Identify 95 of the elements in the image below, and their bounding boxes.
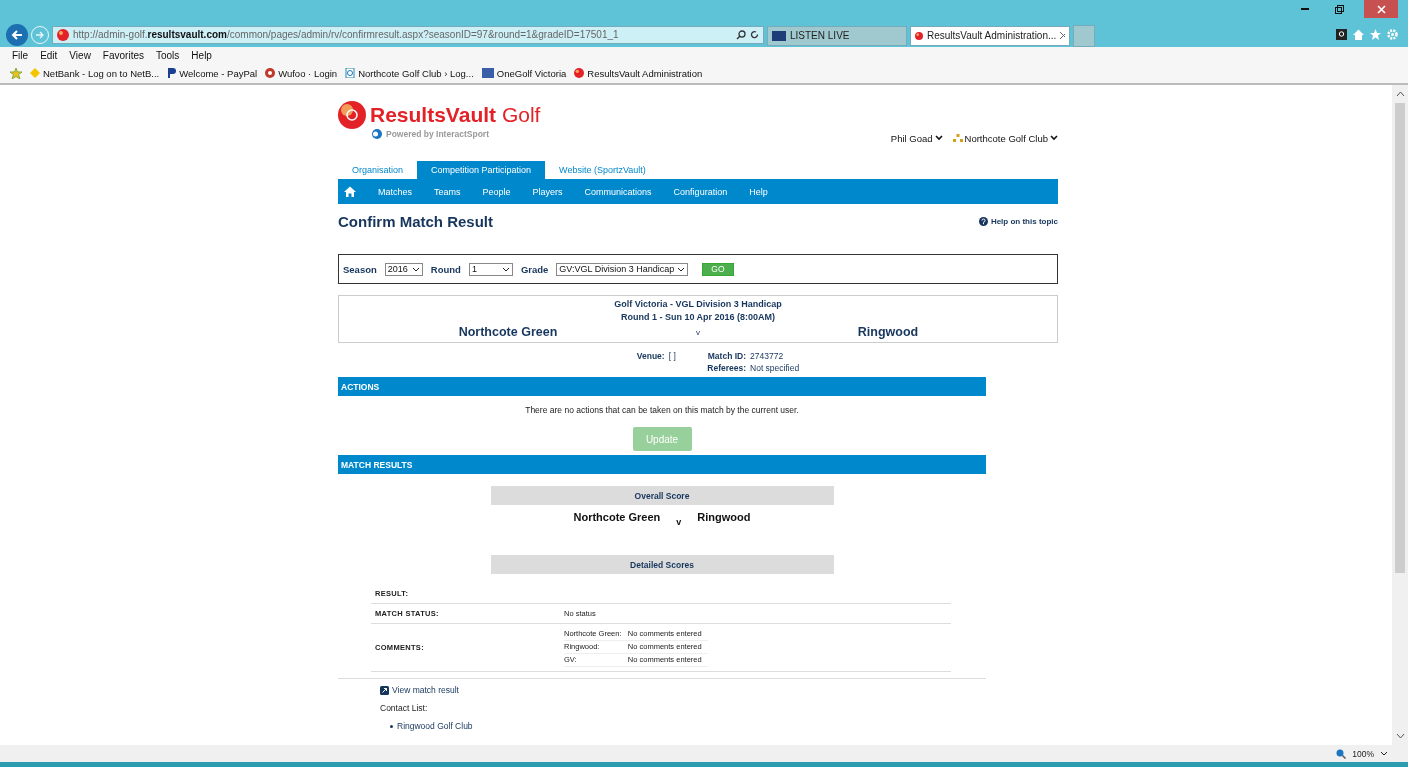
help-link[interactable]: Help on this topic	[978, 216, 1058, 226]
nav-item[interactable]: Communications	[584, 186, 652, 197]
home-team: Northcote Green	[573, 511, 661, 525]
referees-value: Not specified	[750, 362, 800, 374]
menu-item[interactable]: Help	[191, 49, 212, 61]
favorite-link[interactable]: Wufoo · Login	[265, 67, 338, 79]
caret-icon	[501, 266, 510, 272]
ball-icon	[915, 29, 923, 42]
versus-label: v	[696, 327, 700, 337]
tagline: Powered by InteractSport	[372, 129, 541, 139]
dropdown[interactable]: GV:VGL Division 3 Handicap	[556, 262, 689, 276]
menu-item[interactable]: Edit	[40, 49, 58, 61]
ball-icon	[574, 68, 585, 78]
browser-tab[interactable]: LISTEN LIVE	[767, 25, 907, 46]
home-team: Northcote Green	[457, 325, 559, 339]
org-chart-icon	[952, 134, 963, 142]
browser-tab[interactable]: ResultsVault Administration...	[910, 25, 1070, 46]
round-info: Round 1 - Sun 10 Apr 2016 (8:00AM)	[620, 312, 776, 322]
back-arrow-icon	[11, 29, 23, 40]
dropdown[interactable]: 2016	[384, 262, 423, 276]
section-tab[interactable]: Website (SportzVault)	[545, 161, 660, 179]
help-icon	[978, 216, 988, 226]
competition-name: Golf Victoria - VGL Division 3 Handicap	[614, 299, 782, 309]
favorite-link[interactable]: Northcote Golf Club › Log...	[345, 67, 474, 79]
caret-icon	[1380, 751, 1388, 756]
star-icon[interactable]	[1370, 29, 1381, 40]
logo-icon	[338, 101, 366, 129]
nav-item[interactable]: Help	[749, 186, 768, 197]
scroll-up-icon[interactable]	[1395, 91, 1405, 97]
close-button[interactable]	[1364, 0, 1398, 18]
page-icon	[345, 68, 356, 78]
favorite-link[interactable]: ResultsVault Administration	[574, 67, 703, 79]
venue-label: Venue:	[636, 350, 665, 362]
referees-label: Referees:	[706, 362, 747, 374]
scrollbar[interactable]	[1392, 85, 1408, 745]
ball-icon	[57, 28, 69, 41]
chevron-down-icon	[934, 135, 943, 141]
favorite-link[interactable]: Welcome - PayPal	[167, 67, 258, 79]
page-title: Confirm Match Result	[338, 212, 493, 230]
nav-item[interactable]: People	[482, 186, 511, 197]
section-header: ACTIONS	[338, 377, 986, 396]
logo: ResultsVault Golf	[338, 101, 541, 129]
menu-item[interactable]: Tools	[156, 49, 180, 61]
menu-item[interactable]: File	[12, 49, 29, 61]
actions-message: There are no actions that can be taken on this match by the current user.	[524, 405, 800, 415]
favorite-link[interactable]: OneGolf Victoria	[481, 67, 567, 79]
contact-link[interactable]: Ringwood Golf Club	[390, 721, 986, 731]
view-result-link[interactable]: View match result	[380, 685, 986, 695]
filter-label: Season	[343, 263, 377, 275]
user-menu[interactable]: Phil Goad	[890, 132, 943, 144]
match-id-label: Match ID:	[707, 350, 747, 362]
p-icon	[167, 68, 177, 78]
scroll-down-icon[interactable]	[1395, 733, 1405, 739]
club-menu[interactable]: Northcote Golf Club	[952, 132, 1058, 144]
caret-icon	[411, 266, 420, 272]
nav-item[interactable]: Players	[532, 186, 563, 197]
square-icon	[481, 68, 494, 78]
nav-item[interactable]: Teams	[434, 186, 461, 197]
favorite-link[interactable]: NetBank - Log on to NetB...	[30, 67, 160, 79]
diamond-icon	[30, 68, 40, 78]
section-tab[interactable]: Organisation	[338, 161, 418, 179]
section-header: MATCH RESULTS	[338, 455, 986, 474]
nav-item[interactable]: Matches	[378, 186, 412, 197]
venue-value: [ ]	[668, 350, 677, 362]
restore-icon[interactable]	[1334, 4, 1344, 14]
away-team: Ringwood	[697, 511, 751, 525]
filter-label: Grade	[520, 263, 549, 275]
address-field[interactable]: http://admin-golf.resultsvault.com/common/pages/admin/rv/confirmresult.aspx?seasonID=97&round=1&gradeID=17501_1	[52, 25, 764, 44]
bullet-icon	[390, 724, 393, 728]
chevron-down-icon	[1050, 135, 1058, 141]
close-icon[interactable]	[1060, 32, 1065, 39]
home-icon[interactable]	[344, 186, 356, 197]
versus-label: v	[676, 517, 682, 529]
overall-score-header: Overall Score	[490, 486, 834, 505]
caret-icon	[677, 266, 686, 272]
filter-label: Round	[430, 263, 461, 275]
menu-item[interactable]: View	[69, 49, 91, 61]
search-icon[interactable]	[736, 29, 746, 40]
round-icon	[265, 68, 276, 78]
detailed-scores-header: Detailed Scores	[490, 555, 834, 574]
back-button[interactable]	[6, 23, 28, 46]
external-link-icon	[380, 685, 389, 695]
close-icon	[1376, 4, 1386, 14]
zoom-icon	[1336, 748, 1347, 759]
menu-item[interactable]: Favorites	[102, 49, 144, 61]
section-tab[interactable]: Competition Participation	[417, 161, 546, 179]
refresh-icon[interactable]	[750, 30, 759, 39]
contact-list-label: Contact List:	[380, 703, 429, 713]
zoom-level[interactable]: 100%	[1352, 748, 1374, 759]
forward-arrow-icon	[35, 30, 45, 39]
away-team: Ringwood	[856, 325, 920, 339]
dropdown[interactable]: 1	[468, 262, 513, 276]
match-id-value: 2743772	[750, 350, 785, 362]
favorites-star-icon[interactable]	[10, 67, 22, 79]
nav-item[interactable]: Configuration	[673, 186, 728, 197]
